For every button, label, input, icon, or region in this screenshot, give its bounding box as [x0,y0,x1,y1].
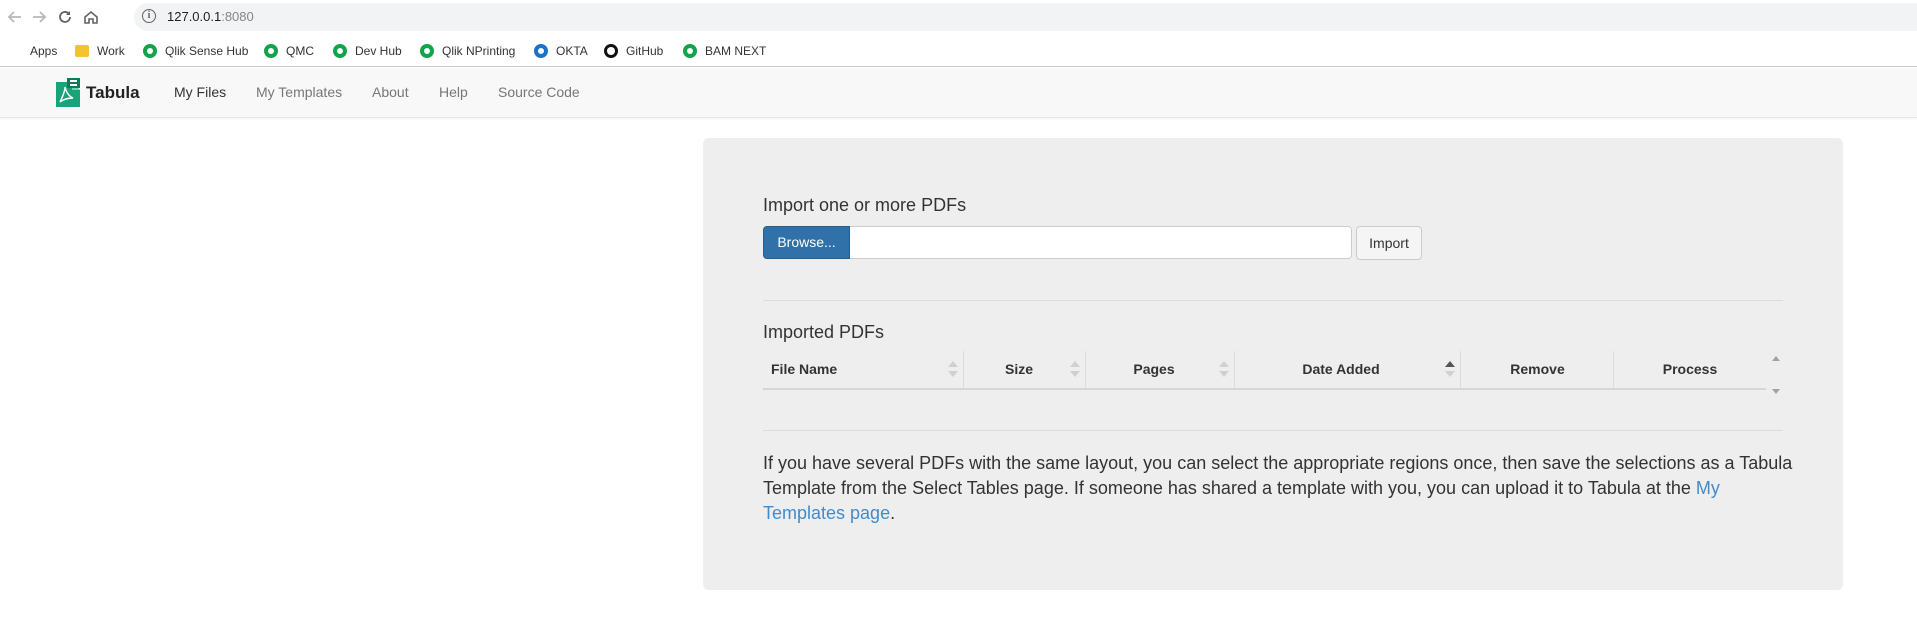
scroll-down-icon[interactable] [1772,389,1780,394]
url-port: :8080 [221,9,254,24]
nav-my-templates[interactable]: My Templates [256,84,342,100]
sort-asc-icon [1445,359,1455,381]
qlik-icon [683,44,697,58]
bookmark-dev-hub[interactable]: Dev Hub [333,42,402,60]
bookmarks-bar: Apps Work Qlik Sense Hub QMC Dev Hub Qli… [0,34,1917,67]
nav-about[interactable]: About [372,84,409,100]
sort-icon [1219,359,1229,381]
folder-icon [75,45,89,57]
col-remove: Remove [1461,351,1614,388]
col-date-added[interactable]: Date Added [1235,351,1461,388]
reload-button[interactable] [54,6,76,28]
col-label: File Name [771,361,838,377]
col-label: Pages [1133,361,1175,377]
reload-icon [59,11,71,23]
bookmark-label: QMC [286,44,314,58]
bookmark-github[interactable]: GitHub [604,42,663,60]
forward-button[interactable] [28,6,50,28]
qlik-icon [143,44,157,58]
imported-heading: Imported PDFs [763,322,885,342]
bookmark-okta[interactable]: OKTA [534,42,588,60]
file-input[interactable] [850,226,1352,259]
brand-name: Tabula [86,82,140,102]
col-process: Process [1614,351,1766,388]
arrow-right-icon [33,11,47,23]
sort-icon [1070,359,1080,381]
upload-panel: Import one or more PDFs Browse... Import… [703,138,1843,590]
bookmark-label: Qlik NPrinting [442,44,516,58]
bookmark-apps[interactable]: Apps [8,42,57,60]
bookmark-work[interactable]: Work [75,42,125,60]
templates-note-text: If you have several PDFs with the same l… [763,453,1793,498]
bookmark-label: GitHub [626,44,664,58]
browser-toolbar: i 127.0.0.1:8080 [0,0,1917,34]
scroll-up-icon[interactable] [1772,356,1780,361]
bookmark-label: Work [97,44,125,58]
col-label: Process [1662,361,1718,377]
col-label: Size [1004,361,1033,377]
import-button[interactable]: Import [1356,226,1422,260]
nav-help[interactable]: Help [439,84,468,100]
bookmark-qmc[interactable]: QMC [264,42,314,60]
qlik-icon [333,44,347,58]
qlik-icon [264,44,278,58]
tabula-logo-icon [56,78,80,107]
table-scrollbar[interactable] [1768,351,1783,397]
okta-icon [534,44,548,58]
app-navbar: Tabula My Files My Templates About Help … [0,68,1917,118]
col-label: Remove [1510,361,1565,377]
col-size[interactable]: Size [964,351,1086,388]
bookmark-qlik-sense-hub[interactable]: Qlik Sense Hub [143,42,248,60]
import-heading: Import one or more PDFs [763,195,967,215]
col-label: Date Added [1302,361,1380,377]
browse-button[interactable]: Browse... [763,226,850,259]
github-icon [604,44,618,58]
col-file-name[interactable]: File Name [763,351,964,388]
home-button[interactable] [80,6,102,28]
brand[interactable]: Tabula [56,78,140,107]
nav-source-code[interactable]: Source Code [498,84,580,100]
bookmark-label: BAM NEXT [705,44,767,58]
bookmark-label: Apps [30,44,58,58]
templates-note-suffix: . [890,503,896,523]
divider [763,430,1783,431]
info-icon[interactable]: i [142,9,156,23]
bookmark-bam-next[interactable]: BAM NEXT [683,42,766,60]
table-header: File Name Size Pages Date Added Remove P… [763,351,1766,390]
imported-pdfs-table: File Name Size Pages Date Added Remove P… [763,351,1783,397]
home-icon [84,10,98,24]
templates-note: If you have several PDFs with the same l… [763,451,1793,526]
sort-icon [948,359,958,381]
address-bar[interactable] [134,3,1917,31]
bookmark-label: Dev Hub [355,44,402,58]
url-text[interactable]: 127.0.0.1:8080 [167,9,254,24]
col-pages[interactable]: Pages [1086,351,1235,388]
back-button[interactable] [4,6,26,28]
bookmark-qlik-nprinting[interactable]: Qlik NPrinting [420,42,515,60]
nav-my-files[interactable]: My Files [174,84,226,100]
qlik-icon [420,44,434,58]
url-host: 127.0.0.1 [167,9,222,24]
apps-grid-icon [8,44,22,58]
arrow-left-icon [7,11,21,23]
bookmark-label: Qlik Sense Hub [165,44,249,58]
divider [763,300,1783,301]
bookmark-label: OKTA [556,44,588,58]
